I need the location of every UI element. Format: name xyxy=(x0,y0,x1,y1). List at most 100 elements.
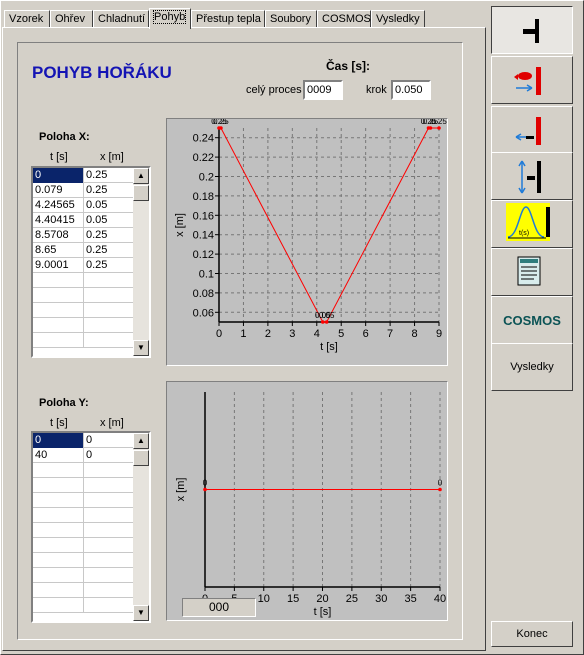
cell-x[interactable] xyxy=(84,333,135,348)
cell-x[interactable] xyxy=(84,288,135,303)
table-row[interactable] xyxy=(33,598,135,613)
cell-x[interactable]: 0.05 xyxy=(84,198,135,213)
table-row[interactable] xyxy=(33,583,135,598)
table-row[interactable] xyxy=(33,333,135,348)
table-row[interactable] xyxy=(33,568,135,583)
cell-t[interactable]: 4.40415 xyxy=(33,213,84,228)
table-row[interactable] xyxy=(33,318,135,333)
scroll-up-icon[interactable]: ▲ xyxy=(133,433,149,449)
cell-t[interactable]: 8.65 xyxy=(33,243,84,258)
table-row[interactable]: 8.65 0.25 xyxy=(33,243,135,258)
cell-t[interactable] xyxy=(33,478,84,493)
table-row[interactable] xyxy=(33,553,135,568)
cell-x[interactable]: 0 xyxy=(84,448,135,463)
table-row[interactable] xyxy=(33,273,135,288)
table-row[interactable] xyxy=(33,523,135,538)
cooling-button[interactable] xyxy=(491,106,573,154)
tab-5[interactable]: Soubory xyxy=(265,10,317,28)
cell-t[interactable] xyxy=(33,598,84,613)
table-row[interactable] xyxy=(33,303,135,318)
table-row[interactable] xyxy=(33,288,135,303)
cell-t[interactable] xyxy=(33,463,84,478)
tab-1[interactable]: Ohřev xyxy=(50,10,93,28)
cell-t[interactable] xyxy=(33,273,84,288)
tab-4[interactable]: Přestup tepla xyxy=(191,10,265,28)
cell-x[interactable] xyxy=(84,478,135,493)
cell-x[interactable] xyxy=(84,318,135,333)
scroll-down-icon[interactable]: ▼ xyxy=(133,605,149,621)
table-row[interactable]: 0.079 0.25 xyxy=(33,183,135,198)
cell-t[interactable]: 0 xyxy=(33,433,84,448)
cell-t[interactable]: 40 xyxy=(33,448,84,463)
cell-x[interactable] xyxy=(84,538,135,553)
poloha-y-grid[interactable]: 40 0 0 0 ▲ ▼ xyxy=(31,431,151,623)
cell-t[interactable] xyxy=(33,568,84,583)
table-row[interactable] xyxy=(33,493,135,508)
cell-x[interactable] xyxy=(84,583,135,598)
tab-7[interactable]: Vysledky xyxy=(371,10,425,28)
motion-button[interactable] xyxy=(491,152,573,200)
files-button[interactable] xyxy=(491,248,573,296)
scroll-thumb[interactable] xyxy=(133,450,149,466)
cell-t[interactable] xyxy=(33,553,84,568)
cell-t[interactable] xyxy=(33,333,84,348)
cell-t[interactable]: 0.079 xyxy=(33,183,84,198)
table-row[interactable] xyxy=(33,538,135,553)
krok-input[interactable]: 0.050 xyxy=(391,80,431,100)
scroll-thumb[interactable] xyxy=(133,185,149,201)
cell-t[interactable]: 4.24565 xyxy=(33,198,84,213)
table-row[interactable] xyxy=(33,478,135,493)
cell-x[interactable] xyxy=(84,523,135,538)
cell-t[interactable] xyxy=(33,523,84,538)
cell-x[interactable] xyxy=(84,598,135,613)
cell-x[interactable] xyxy=(84,508,135,523)
cell-x[interactable]: 0.25 xyxy=(84,228,135,243)
poloha-x-grid[interactable]: 9.0001 0.25 8.65 0.25 8.5708 0.25 4.40415 0.05 4… xyxy=(31,166,151,358)
cell-x[interactable]: 0.25 xyxy=(84,168,135,183)
cely-proces-input[interactable]: 0009 xyxy=(303,80,343,100)
cell-t[interactable] xyxy=(33,318,84,333)
heat-transfer-button[interactable]: t(s) xyxy=(491,200,573,248)
cell-x[interactable] xyxy=(84,553,135,568)
scroll-down-icon[interactable]: ▼ xyxy=(133,340,149,356)
cell-t[interactable] xyxy=(33,538,84,553)
cell-t[interactable] xyxy=(33,508,84,523)
cell-x[interactable] xyxy=(84,273,135,288)
tab-6[interactable]: COSMOS xyxy=(317,10,371,28)
vysledky-button[interactable]: Vysledky xyxy=(491,343,573,391)
cell-x[interactable] xyxy=(84,493,135,508)
cell-x[interactable] xyxy=(84,568,135,583)
table-row[interactable]: 8.5708 0.25 xyxy=(33,228,135,243)
cell-x[interactable]: 0.25 xyxy=(84,183,135,198)
table-row[interactable]: 00 xyxy=(33,433,135,448)
cell-x[interactable]: 0.05 xyxy=(84,213,135,228)
cell-x[interactable] xyxy=(84,303,135,318)
cell-t[interactable] xyxy=(33,583,84,598)
poloha-x-scrollbar[interactable]: ▲ ▼ xyxy=(133,168,149,356)
tab-2[interactable]: Chladnutí xyxy=(93,10,149,28)
cell-t[interactable]: 9.0001 xyxy=(33,258,84,273)
table-row[interactable]: 9.0001 0.25 xyxy=(33,258,135,273)
table-row[interactable]: 4.40415 0.05 xyxy=(33,213,135,228)
torch-position-button[interactable] xyxy=(491,6,573,54)
cell-x[interactable]: 0.25 xyxy=(84,258,135,273)
table-row[interactable]: 0 0.25 xyxy=(33,168,135,183)
scroll-up-icon[interactable]: ▲ xyxy=(133,168,149,184)
table-row[interactable] xyxy=(33,463,135,478)
cell-x[interactable]: 0 xyxy=(84,433,135,448)
tab-3[interactable]: Pohyb xyxy=(149,8,191,29)
konec-button[interactable]: Konec xyxy=(491,621,573,647)
table-row[interactable]: 4.24565 0.05 xyxy=(33,198,135,213)
cell-x[interactable] xyxy=(84,463,135,478)
poloha-y-scrollbar[interactable]: ▲ ▼ xyxy=(133,433,149,621)
cell-t[interactable] xyxy=(33,288,84,303)
table-row[interactable] xyxy=(33,508,135,523)
cell-t[interactable] xyxy=(33,493,84,508)
cell-t[interactable] xyxy=(33,303,84,318)
cell-t[interactable]: 8.5708 xyxy=(33,228,84,243)
cell-t[interactable]: 0 xyxy=(33,168,84,183)
cell-x[interactable]: 0.25 xyxy=(84,243,135,258)
tab-0[interactable]: Vzorek xyxy=(4,10,50,28)
cosmos-button[interactable]: COSMOS xyxy=(491,296,573,344)
table-row[interactable]: 40 0 xyxy=(33,448,135,463)
